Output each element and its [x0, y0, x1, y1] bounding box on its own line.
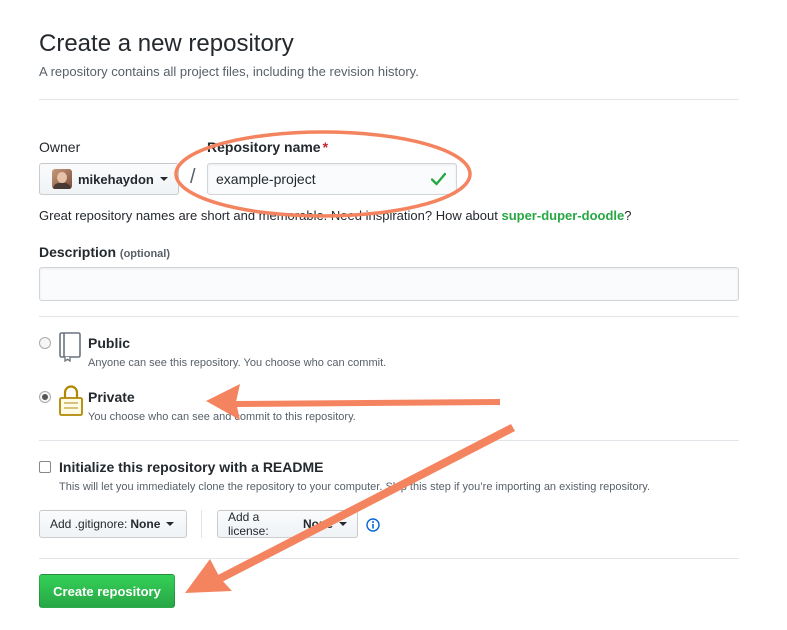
repo-name-input[interactable] [207, 163, 457, 195]
info-icon[interactable] [366, 518, 380, 532]
owner-name: mikehaydon [78, 171, 154, 187]
required-mark: * [322, 139, 329, 155]
license-select[interactable]: Add a license: None [217, 510, 358, 538]
divider [39, 440, 739, 441]
readme-checkbox[interactable] [39, 461, 51, 473]
chevron-down-icon [159, 177, 168, 181]
divider [39, 316, 739, 317]
public-radio[interactable] [39, 337, 51, 349]
avatar [52, 169, 72, 189]
private-radio[interactable] [39, 391, 51, 403]
private-note: You choose who can see and commit to thi… [88, 411, 356, 423]
page-subtitle: A repository contains all project files,… [39, 64, 419, 79]
description-input[interactable] [39, 267, 739, 301]
chevron-down-icon [339, 522, 347, 526]
check-icon [431, 172, 446, 186]
repo-name-label: Repository name * [207, 139, 329, 155]
name-suggestion-link[interactable]: super-duper-doodle [501, 208, 624, 223]
owner-repo-separator: / [190, 166, 196, 188]
divider [39, 99, 739, 100]
divider [39, 558, 739, 559]
readme-note: This will let you immediately clone the … [59, 481, 650, 493]
divider [201, 510, 202, 538]
gitignore-select[interactable]: Add .gitignore: None [39, 510, 187, 538]
repo-book-icon [59, 332, 81, 362]
description-label: Description (optional) [39, 244, 171, 260]
arrow-to-create-button [185, 424, 515, 593]
page-title: Create a new repository [39, 30, 294, 57]
repo-name-hint: Great repository names are short and mem… [39, 208, 632, 223]
create-repository-button[interactable]: Create repository [39, 574, 175, 608]
readme-label[interactable]: Initialize this repository with a README [59, 459, 323, 475]
owner-select[interactable]: mikehaydon [39, 163, 179, 195]
private-label: Private [88, 389, 135, 405]
owner-label: Owner [39, 139, 81, 155]
public-note: Anyone can see this repository. You choo… [88, 357, 387, 369]
chevron-down-icon [166, 522, 175, 526]
lock-icon [59, 385, 83, 416]
public-label: Public [88, 335, 131, 351]
